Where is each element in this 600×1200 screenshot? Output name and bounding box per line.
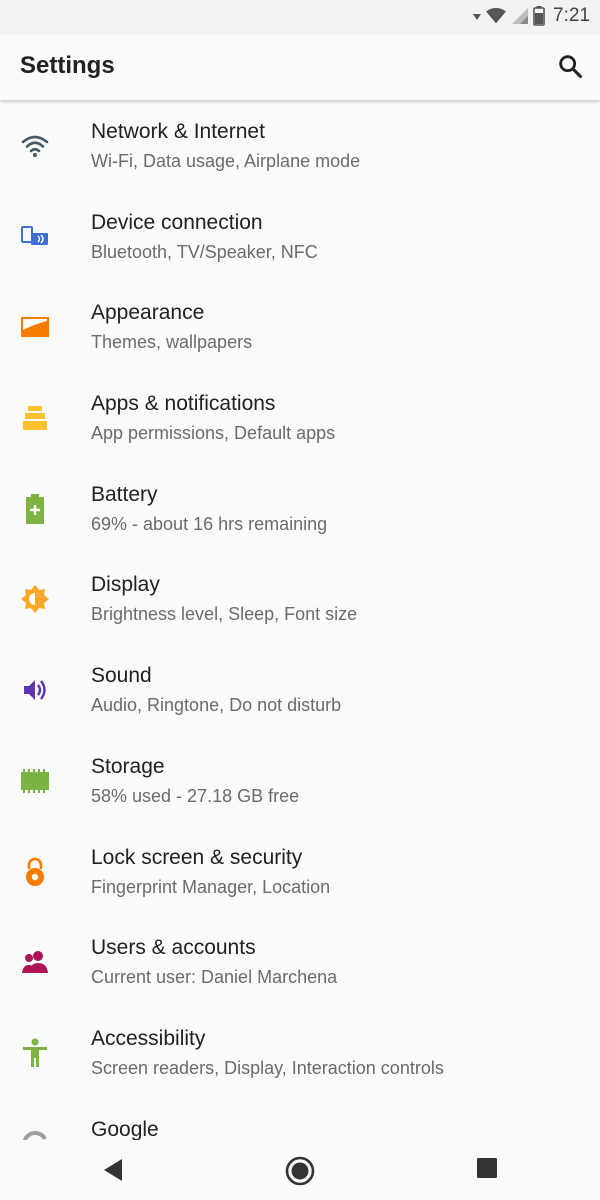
users-icon: [19, 946, 51, 978]
cell-signal-icon: [512, 8, 529, 24]
settings-item-network[interactable]: Network & Internet Wi-Fi, Data usage, Ai…: [0, 100, 600, 191]
settings-item-title: Google: [91, 1117, 159, 1140]
settings-list: Network & Internet Wi-Fi, Data usage, Ai…: [0, 100, 600, 1140]
search-button[interactable]: [556, 52, 584, 80]
settings-item-subtitle: Brightness level, Sleep, Font size: [91, 604, 358, 625]
settings-item-title: Accessibility: [91, 1026, 206, 1050]
home-icon[interactable]: [285, 1156, 315, 1186]
status-time: 7:21: [553, 5, 590, 26]
page-title: Settings: [20, 52, 115, 79]
back-icon[interactable]: [100, 1156, 128, 1184]
settings-item-lock-screen[interactable]: Lock screen & security Fingerprint Manag…: [0, 826, 600, 917]
settings-item-apps-notifications[interactable]: Apps & notifications App permissions, De…: [0, 372, 600, 463]
app-bar: Settings: [0, 34, 600, 100]
battery-status-icon: [533, 6, 545, 26]
settings-item-subtitle: Bluetooth, TV/Speaker, NFC: [91, 241, 318, 262]
settings-item-subtitle: Wi-Fi, Data usage, Airplane mode: [91, 151, 361, 171]
status-icons: 7:21: [473, 4, 590, 28]
brightness-icon: [19, 583, 51, 615]
settings-item-accessibility[interactable]: Accessibility Screen readers, Display, I…: [0, 1007, 600, 1098]
settings-item-title: Sound: [91, 664, 152, 688]
devices-icon: [19, 221, 51, 253]
settings-item-subtitle: Themes, wallpapers: [91, 332, 253, 353]
search-icon[interactable]: [556, 52, 584, 80]
settings-item-display[interactable]: Display Brightness level, Sleep, Font si…: [0, 553, 600, 644]
lock-icon: [19, 856, 51, 888]
accessibility-icon: [19, 1037, 51, 1069]
back-button[interactable]: [100, 1156, 128, 1184]
settings-item-title: Storage: [91, 754, 165, 778]
signal-arrow-icon: [473, 14, 482, 20]
wifi-status-icon: [486, 7, 506, 24]
settings-item-title: Device connection: [91, 210, 263, 234]
settings-item-title: Display: [91, 573, 160, 597]
settings-item-subtitle: App permissions, Default apps: [91, 423, 336, 444]
settings-item-title: Lock screen & security: [91, 845, 303, 869]
settings-item-title: Users & accounts: [91, 936, 256, 960]
settings-item-google[interactable]: Google: [0, 1098, 600, 1140]
google-icon: [19, 1128, 51, 1140]
settings-item-subtitle: Fingerprint Manager, Location: [91, 876, 331, 897]
settings-item-appearance[interactable]: Appearance Themes, wallpapers: [0, 281, 600, 372]
recents-icon[interactable]: [475, 1156, 499, 1180]
settings-item-battery[interactable]: Battery 69% - about 16 hrs remaining: [0, 463, 600, 554]
settings-item-subtitle: 58% used - 27.18 GB free: [91, 785, 300, 806]
settings-item-sound[interactable]: Sound Audio, Ringtone, Do not disturb: [0, 644, 600, 735]
settings-item-subtitle: Screen readers, Display, Interaction con…: [91, 1057, 444, 1078]
settings-item-title: Battery: [91, 482, 158, 506]
settings-item-subtitle: Current user: Daniel Marchena: [91, 967, 338, 988]
settings-item-title: Apps & notifications: [91, 392, 276, 416]
settings-item-device-connection[interactable]: Device connection Bluetooth, TV/Speaker,…: [0, 191, 600, 282]
wifi-icon: [19, 130, 51, 162]
recents-button[interactable]: [475, 1156, 503, 1184]
settings-item-users-accounts[interactable]: Users & accounts Current user: Daniel Ma…: [0, 916, 600, 1007]
status-bar: 7:21: [0, 0, 600, 34]
home-button[interactable]: [285, 1156, 315, 1186]
settings-item-title: Appearance: [91, 301, 205, 325]
battery-icon: [19, 493, 51, 525]
storage-chip-icon: [19, 765, 51, 797]
settings-item-title: Network & Internet: [91, 120, 265, 143]
navigation-bar: [0, 1140, 600, 1200]
apps-icon: [19, 402, 51, 434]
volume-icon: [19, 674, 51, 706]
settings-item-storage[interactable]: Storage 58% used - 27.18 GB free: [0, 735, 600, 826]
wallpaper-icon: [19, 311, 51, 343]
settings-item-subtitle: Audio, Ringtone, Do not disturb: [91, 695, 342, 716]
settings-item-subtitle: 69% - about 16 hrs remaining: [91, 513, 328, 534]
